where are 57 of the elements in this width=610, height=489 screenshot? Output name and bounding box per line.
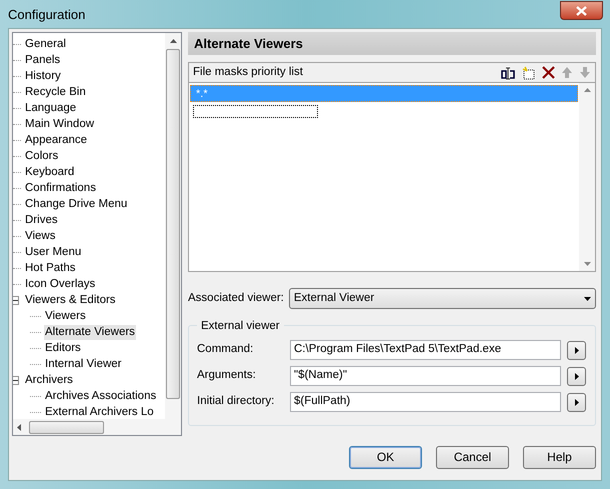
- field-label: Arguments:: [197, 368, 257, 384]
- tree-item[interactable]: Panels: [24, 52, 62, 68]
- dropdown-arrow-icon: [584, 296, 591, 300]
- input-field[interactable]: C:\Program Files\TextPad 5\TextPad.exe: [290, 340, 561, 360]
- tree-item[interactable]: External Archivers Lo: [44, 404, 155, 419]
- tree-item[interactable]: Change Drive Menu: [24, 196, 128, 212]
- tree-item[interactable]: Viewers: [44, 308, 87, 324]
- tree-item[interactable]: Main Window: [24, 116, 96, 132]
- dialog-button[interactable]: Help: [523, 446, 596, 468]
- tree-item[interactable]: General: [24, 36, 67, 52]
- input-field[interactable]: "$(Name)": [290, 366, 561, 386]
- list-title: File masks priority list: [193, 64, 303, 80]
- viewer-dropdown[interactable]: External Viewer: [288, 288, 596, 309]
- field-label: Initial directory:: [197, 394, 276, 410]
- insert-button[interactable]: [567, 392, 586, 412]
- input-field[interactable]: $(FullPath): [290, 392, 561, 412]
- tree-item[interactable]: Keyboard: [24, 164, 76, 180]
- new-item-icon[interactable]: [522, 66, 536, 80]
- triangle-right-icon: [574, 372, 578, 380]
- window-title: Configuration: [8, 6, 86, 24]
- scroll-left-icon[interactable]: [17, 424, 21, 430]
- tree-item[interactable]: Editors: [44, 340, 82, 356]
- vertical-scrollbar[interactable]: [165, 33, 181, 419]
- tree-item[interactable]: Language: [24, 100, 78, 116]
- tree-item[interactable]: Appearance: [24, 132, 88, 148]
- close-button[interactable]: [560, 1, 603, 20]
- tree-item[interactable]: Archivers: [24, 372, 74, 388]
- dialog-button[interactable]: OK: [349, 446, 422, 468]
- associated-viewer-label: Associated viewer:: [188, 290, 284, 306]
- insert-button[interactable]: [567, 366, 586, 386]
- tree-item[interactable]: Archives Associations: [44, 388, 158, 404]
- tree-item[interactable]: Hot Paths: [24, 260, 76, 276]
- tree-item[interactable]: Colors: [24, 148, 60, 164]
- page-header: Alternate Viewers: [188, 32, 596, 55]
- tree-item[interactable]: Drives: [24, 212, 59, 228]
- tree-item[interactable]: Recycle Bin: [24, 84, 87, 100]
- field-label: Command:: [197, 342, 254, 358]
- tree-item[interactable]: Confirmations: [24, 180, 97, 196]
- delete-icon[interactable]: [542, 66, 555, 79]
- collapse-icon[interactable]: [13, 376, 19, 384]
- collapse-icon[interactable]: [13, 296, 19, 304]
- triangle-right-icon: [574, 346, 578, 354]
- tree-item[interactable]: Alternate Viewers: [44, 324, 136, 340]
- tree-item[interactable]: User Menu: [24, 244, 82, 260]
- tree-item[interactable]: Views: [24, 228, 56, 244]
- triangle-right-icon: [574, 398, 578, 406]
- list-scrollbar[interactable]: [579, 83, 595, 271]
- rename-icon[interactable]: [500, 66, 516, 80]
- tree-item[interactable]: Icon Overlays: [24, 276, 96, 292]
- dialog-button[interactable]: Cancel: [436, 446, 509, 468]
- new-mask-field[interactable]: [193, 105, 318, 118]
- tree-item[interactable]: History: [24, 68, 62, 84]
- tree-item[interactable]: Viewers & Editors: [24, 292, 117, 308]
- insert-button[interactable]: [567, 340, 586, 360]
- horizontal-scrollbar[interactable]: [13, 419, 181, 435]
- tree-item[interactable]: Internal Viewer: [44, 356, 122, 372]
- close-icon: [576, 6, 587, 16]
